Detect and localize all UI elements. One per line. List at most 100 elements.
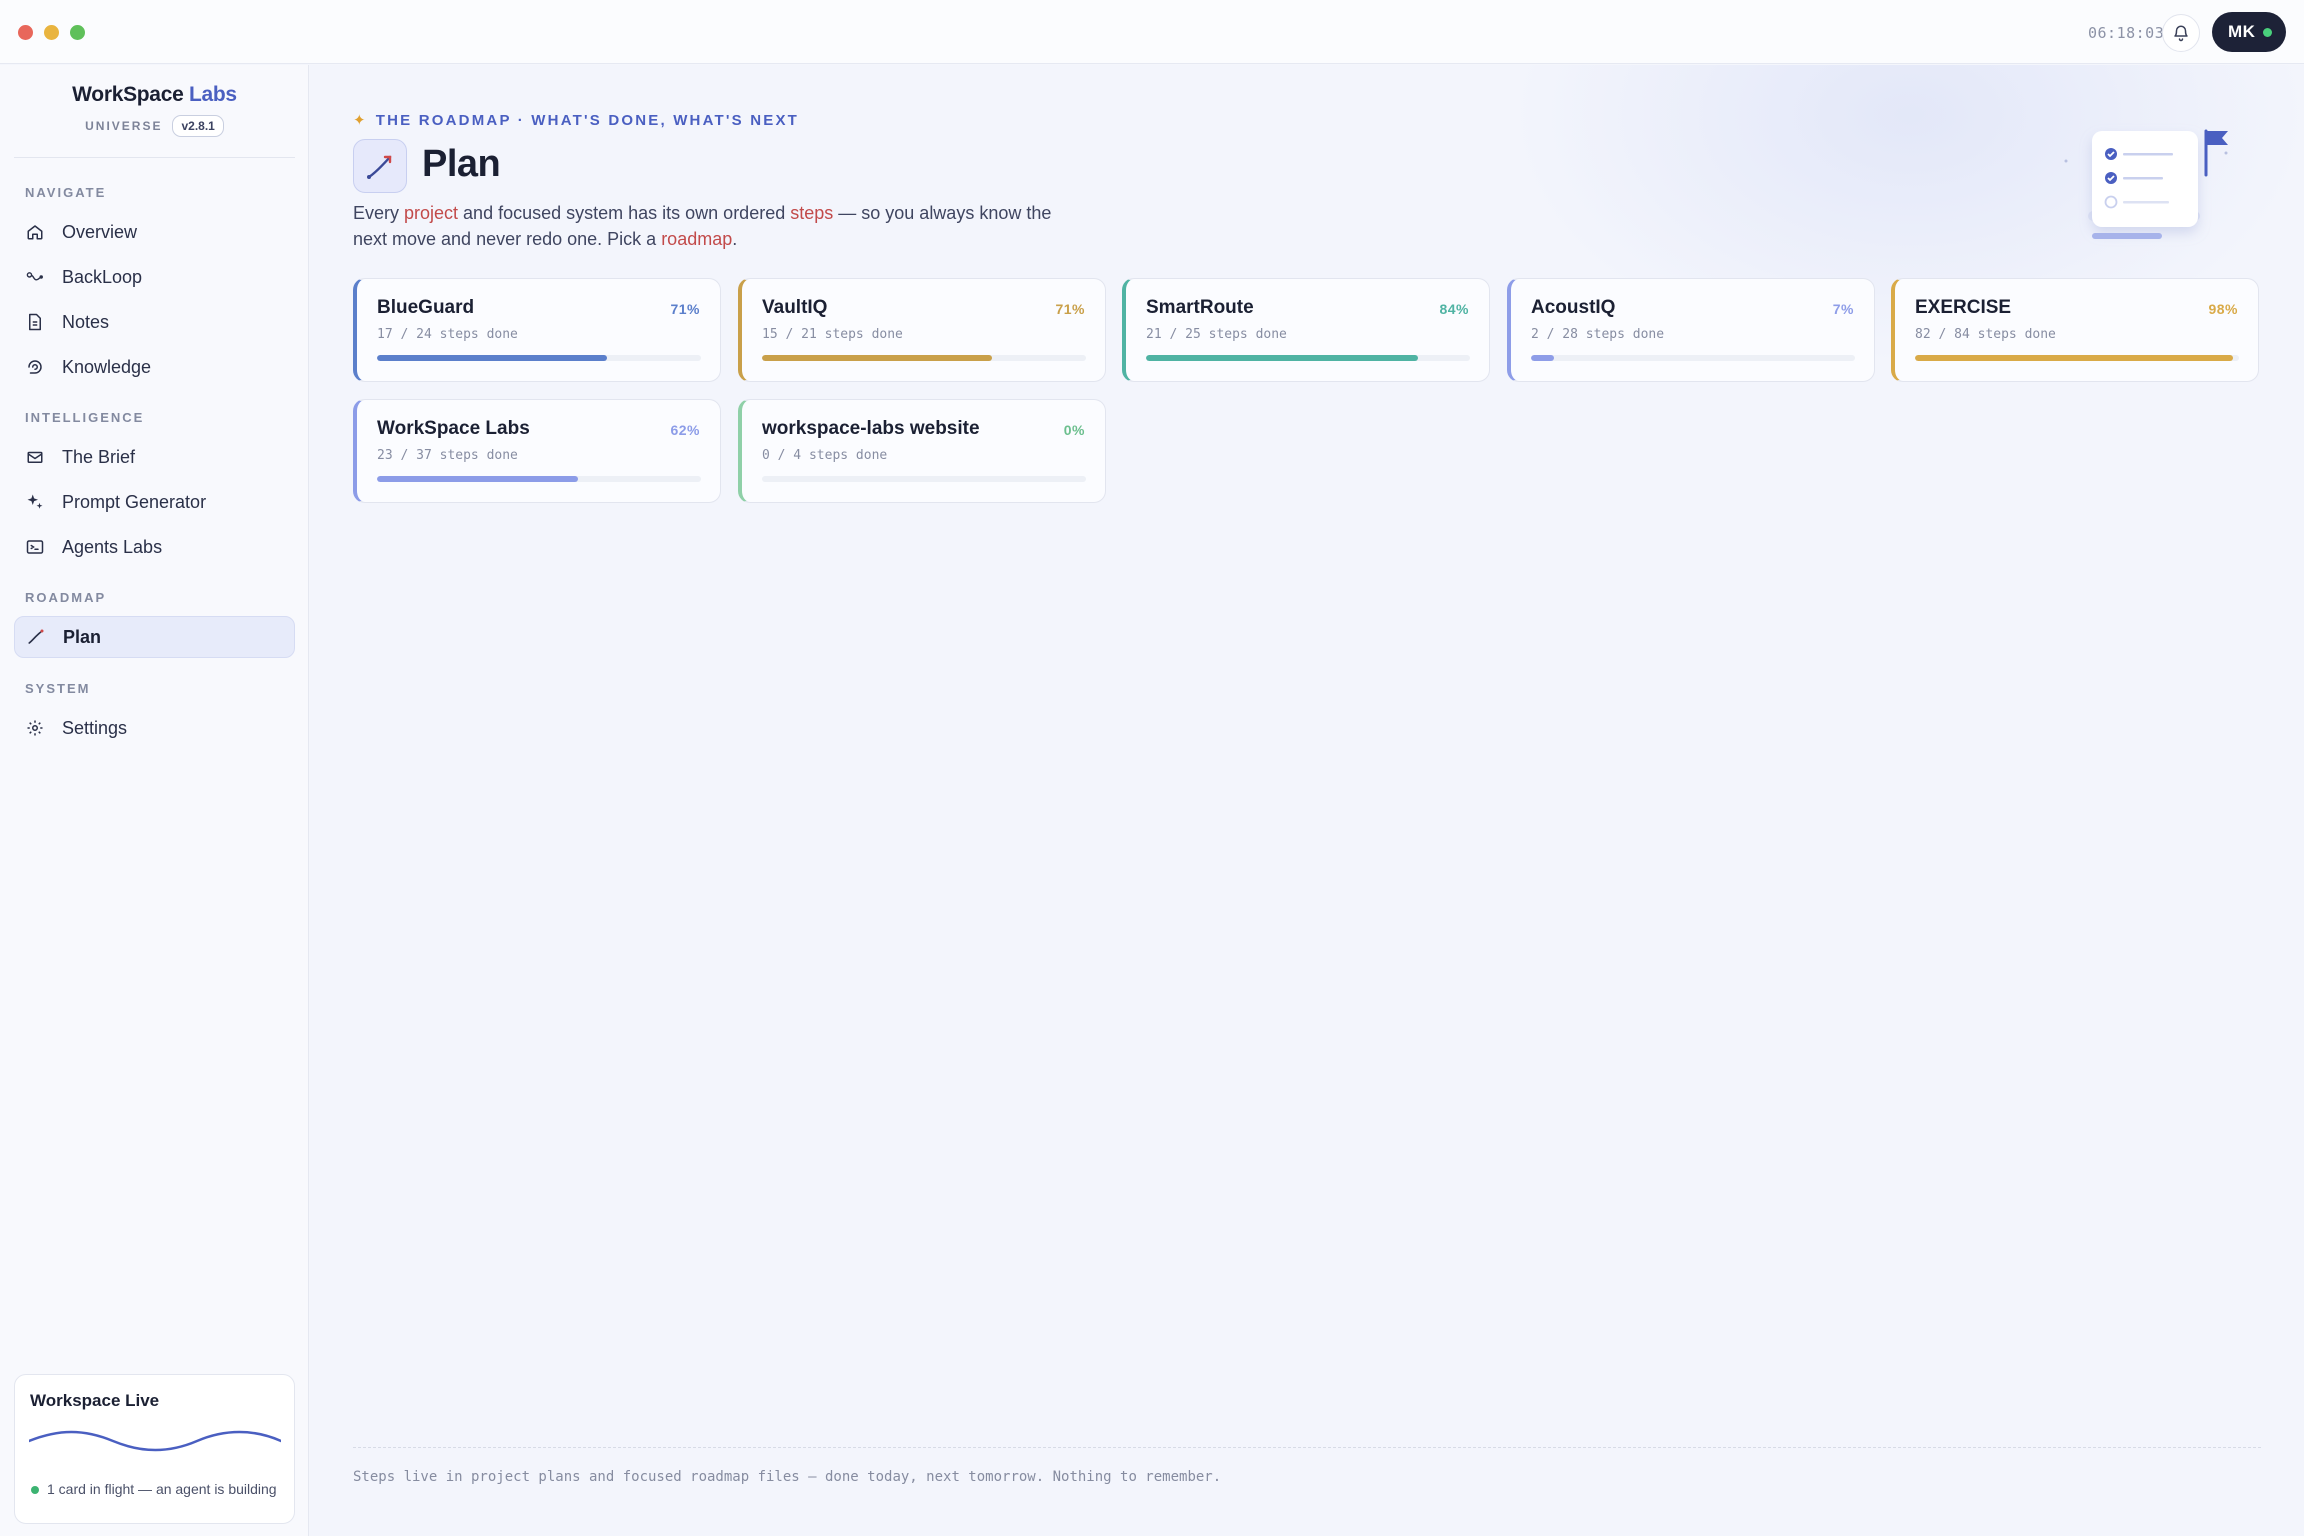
roadmap-card-smartroute[interactable]: SmartRoute 84% 21 / 25 steps done	[1122, 278, 1490, 382]
workspace-live-status: 1 card in flight — an agent is building	[47, 1481, 277, 1497]
spark-icon: ✦	[353, 112, 368, 129]
brand-main: WorkSpace	[72, 83, 184, 106]
notifications-button[interactable]	[2162, 14, 2200, 52]
progress-fill	[377, 476, 578, 482]
live-status-dot	[31, 1486, 39, 1494]
avatar[interactable]: MK	[2212, 12, 2286, 52]
clock: 06:18:03	[2088, 24, 2165, 42]
description-text: and focused system has its own ordered	[458, 203, 791, 223]
card-name: SmartRoute	[1146, 297, 1254, 318]
card-steps: 15 / 21 steps done	[762, 327, 903, 342]
description-highlight-steps: steps	[790, 203, 834, 223]
brand-universe-label: UNIVERSE	[85, 119, 163, 133]
title-bar: 06:18:03 MK	[0, 0, 2304, 64]
progress-track	[1531, 355, 1855, 361]
maximize-window-button[interactable]	[70, 25, 85, 40]
bell-icon	[2174, 25, 2188, 42]
card-name: BlueGuard	[377, 297, 475, 318]
page-description: Every project and focused system has its…	[353, 200, 1053, 252]
plan-title-icon	[353, 139, 407, 193]
card-name: VaultIQ	[762, 297, 828, 318]
sidebar-item-agents-labs[interactable]: Agents Labs	[14, 526, 295, 568]
sidebar-item-backloop[interactable]: BackLoop	[14, 256, 295, 298]
card-name: EXERCISE	[1915, 297, 2012, 318]
card-steps: 17 / 24 steps done	[377, 327, 518, 342]
progress-fill	[1531, 355, 1554, 361]
sidebar-item-overview[interactable]: Overview	[14, 211, 295, 253]
progress-track	[377, 355, 701, 361]
gear-icon	[26, 719, 44, 737]
card-percent: 71%	[670, 301, 700, 317]
card-percent: 71%	[1055, 301, 1085, 317]
roadmap-card-workspace-labs-website[interactable]: workspace-labs website 0% 0 / 4 steps do…	[738, 399, 1106, 503]
card-steps: 2 / 28 steps done	[1531, 327, 1665, 342]
card-percent: 84%	[1439, 301, 1469, 317]
checklist-flag-illustration	[2064, 129, 2228, 239]
card-percent: 7%	[1832, 301, 1854, 317]
eyebrow-text: THE ROADMAP · WHAT'S DONE, WHAT'S NEXT	[375, 112, 800, 129]
sidebar-item-the-brief[interactable]: The Brief	[14, 436, 295, 478]
brain-icon	[26, 358, 44, 376]
section-intelligence: INTELLIGENCE	[25, 410, 145, 425]
brand-accent: Labs	[189, 83, 237, 106]
terminal-icon	[26, 538, 44, 556]
roadmap-card-acoustiq[interactable]: AcoustIQ 7% 2 / 28 steps done	[1507, 278, 1875, 382]
progress-fill	[1146, 355, 1419, 361]
trend-icon	[27, 628, 45, 646]
description-highlight-project: project	[404, 203, 459, 223]
sidebar-item-label: Agents Labs	[62, 536, 163, 557]
sidebar-item-notes[interactable]: Notes	[14, 301, 295, 343]
description-text: .	[732, 229, 738, 249]
sidebar-item-settings[interactable]: Settings	[14, 707, 295, 749]
sidebar-item-knowledge[interactable]: Knowledge	[14, 346, 295, 388]
section-navigate: NAVIGATE	[25, 185, 107, 200]
progress-track	[762, 476, 1086, 482]
activity-wave-icon	[29, 1430, 281, 1452]
card-steps: 21 / 25 steps done	[1146, 327, 1287, 342]
card-percent: 0%	[1063, 422, 1085, 438]
sidebar-item-label: Knowledge	[62, 356, 152, 377]
avatar-initials: MK	[2228, 22, 2256, 41]
workspace-live-card[interactable]: Workspace Live 1 card in flight — an age…	[14, 1374, 295, 1524]
card-name: AcoustIQ	[1531, 297, 1616, 318]
page-title: Plan	[422, 143, 501, 185]
card-percent: 62%	[670, 422, 700, 438]
card-name: workspace-labs website	[762, 418, 980, 439]
roadmap-card-blueguard[interactable]: BlueGuard 71% 17 / 24 steps done	[353, 278, 721, 382]
minimize-window-button[interactable]	[44, 25, 59, 40]
mail-icon	[26, 448, 44, 466]
sidebar-divider	[14, 157, 295, 158]
brand-logo[interactable]: WorkSpace Labs	[0, 83, 309, 107]
sidebar-item-label: The Brief	[62, 446, 136, 467]
sidebar: WorkSpace Labs UNIVERSE v2.8.1 NAVIGATE …	[0, 65, 309, 1536]
close-window-button[interactable]	[18, 25, 33, 40]
progress-fill	[1915, 355, 2233, 361]
progress-fill	[762, 355, 993, 361]
card-percent: 98%	[2208, 301, 2238, 317]
main-content: ✦ THE ROADMAP · WHAT'S DONE, WHAT'S NEXT …	[310, 65, 2304, 1536]
sidebar-item-label: Settings	[62, 717, 128, 738]
section-roadmap: ROADMAP	[25, 590, 107, 605]
roadmap-card-workspace-labs[interactable]: WorkSpace Labs 62% 23 / 37 steps done	[353, 399, 721, 503]
progress-track	[1146, 355, 1470, 361]
footer-note: Steps live in project plans and focused …	[353, 1469, 1222, 1485]
roadmap-card-exercise[interactable]: EXERCISE 98% 82 / 84 steps done	[1891, 278, 2259, 382]
progress-track	[377, 476, 701, 482]
loop-icon	[26, 268, 44, 286]
sidebar-item-plan[interactable]: Plan	[14, 616, 295, 658]
roadmap-card-vaultiq[interactable]: VaultIQ 71% 15 / 21 steps done	[738, 278, 1106, 382]
progress-track	[762, 355, 1086, 361]
sidebar-item-prompt-generator[interactable]: Prompt Generator	[14, 481, 295, 523]
home-icon	[26, 223, 44, 241]
sidebar-item-label: BackLoop	[62, 266, 143, 287]
progress-track	[1915, 355, 2239, 361]
sidebar-item-label: Plan	[63, 626, 102, 647]
note-icon	[26, 313, 44, 331]
progress-fill	[377, 355, 608, 361]
sparkle-icon	[26, 493, 44, 511]
card-name: WorkSpace Labs	[377, 418, 530, 439]
sidebar-item-label: Prompt Generator	[62, 491, 207, 512]
description-text: Every	[353, 203, 405, 223]
sidebar-item-label: Overview	[62, 221, 138, 242]
workspace-live-title: Workspace Live	[30, 1391, 160, 1410]
